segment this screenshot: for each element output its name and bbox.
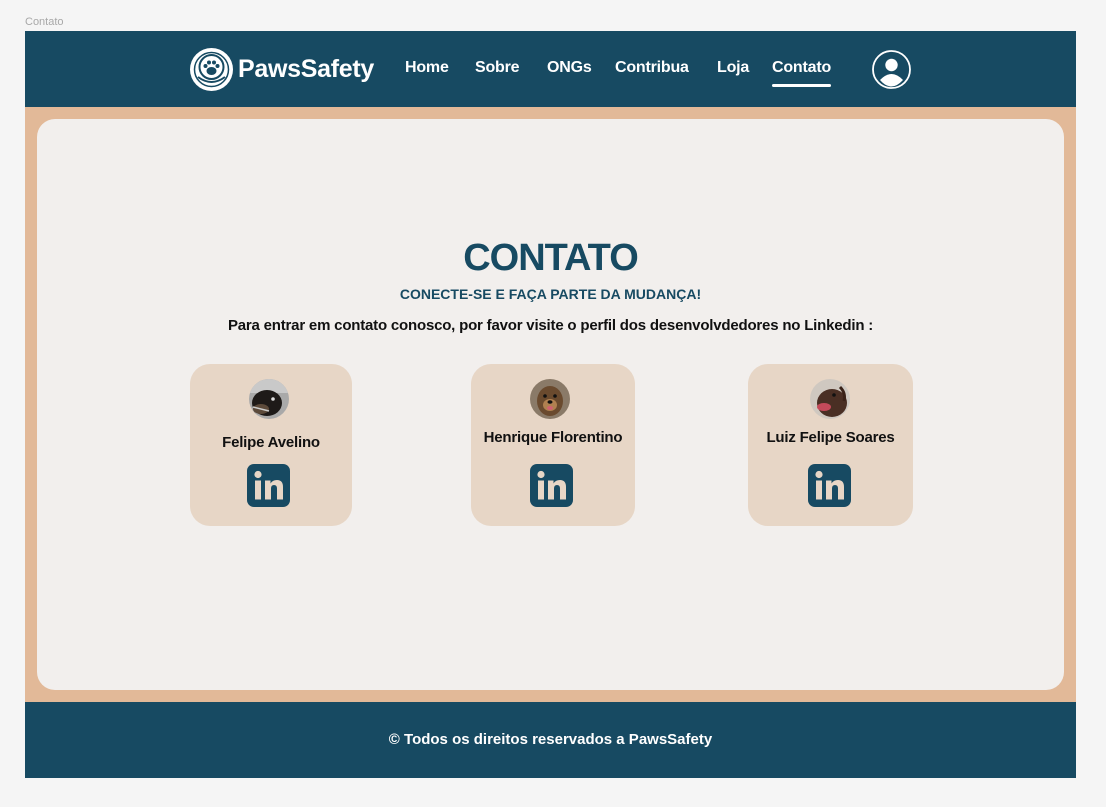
- page-title: CONTATO: [463, 237, 639, 279]
- brand-logo[interactable]: PawsSafety: [189, 47, 374, 92]
- nav-loja[interactable]: Loja: [717, 59, 749, 77]
- page-subtitle: CONECTE-SE E FAÇA PARTE DA MUDANÇA!: [399, 286, 702, 302]
- nav-ongs[interactable]: ONGs: [547, 59, 592, 77]
- contact-description: Para entrar em contato conosco, por favo…: [227, 317, 874, 334]
- paw-logo-icon: [190, 48, 233, 91]
- developer-card-felipe-avelino: Felipe Avelino: [190, 364, 352, 526]
- linkedin-icon[interactable]: [530, 464, 573, 507]
- navbar: PawsSafety Home Sobre ONGs Contribua Loj…: [25, 31, 1076, 107]
- frame-label: Contato: [25, 16, 64, 28]
- nav-sobre[interactable]: Sobre: [475, 59, 520, 77]
- developer-name: Felipe Avelino: [222, 434, 320, 451]
- brand-name: PawsSafety: [238, 55, 374, 83]
- contact-card: CONTATO CONECTE-SE E FAÇA PARTE DA MUDAN…: [37, 119, 1064, 690]
- developer-name: Luiz Felipe Soares: [766, 429, 895, 446]
- developer-avatar: [810, 379, 850, 419]
- footer-copyright: © Todos os direitos reservados a PawsSaf…: [388, 731, 713, 748]
- developer-card-luiz-felipe-soares: Luiz Felipe Soares: [748, 364, 913, 526]
- user-profile-icon[interactable]: [872, 50, 911, 89]
- linkedin-icon[interactable]: [808, 464, 851, 507]
- nav-home[interactable]: Home: [405, 59, 449, 77]
- nav-contato[interactable]: Contato: [772, 59, 831, 87]
- developer-name: Henrique Florentino: [483, 429, 623, 446]
- footer: © Todos os direitos reservados a PawsSaf…: [25, 702, 1076, 778]
- nav-contribua[interactable]: Contribua: [615, 59, 689, 77]
- page-frame: PawsSafety Home Sobre ONGs Contribua Loj…: [25, 31, 1076, 778]
- linkedin-icon[interactable]: [247, 464, 290, 507]
- developer-card-henrique-florentino: Henrique Florentino: [471, 364, 635, 526]
- developer-avatar: [249, 379, 289, 419]
- developer-avatar: [530, 379, 570, 419]
